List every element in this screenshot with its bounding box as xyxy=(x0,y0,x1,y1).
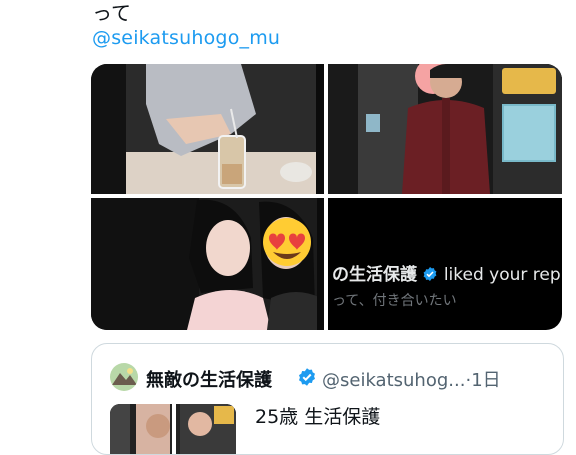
verified-badge-icon xyxy=(299,368,315,386)
avatar-image xyxy=(110,363,138,391)
overlay-action: liked your reply xyxy=(443,265,562,285)
quote-time[interactable]: 1日 xyxy=(471,370,500,391)
overlay-account-name: の生活保護 xyxy=(332,265,417,285)
mention-link[interactable]: @seikatsuhogo_mu xyxy=(92,27,280,49)
quote-author-name[interactable]: 無敵の生活保護 xyxy=(146,366,272,392)
media-photo-1[interactable] xyxy=(91,64,324,194)
photo-arcade-man xyxy=(328,64,562,194)
tweet-text-tail: って xyxy=(92,1,131,25)
quote-tweet-text: 25歳 生活保護 xyxy=(255,406,381,428)
media-grid: の生活保護 liked your reply って、付き合いたい xyxy=(91,64,562,330)
media-photo-3[interactable] xyxy=(91,198,324,330)
photo-cafe-drink xyxy=(91,64,324,194)
avatar[interactable] xyxy=(110,363,138,391)
quote-handle[interactable]: @seikatsuhog... xyxy=(322,370,465,391)
quote-handle-time: @seikatsuhog...·1日 xyxy=(322,366,501,392)
overlay-liked-line: の生活保護 liked your reply xyxy=(332,260,562,285)
media-photo-2[interactable] xyxy=(328,64,562,194)
quoted-tweet[interactable]: 無敵の生活保護 @seikatsuhog...·1日 25歳 生活保護 xyxy=(91,343,564,455)
verified-badge-icon xyxy=(424,267,437,281)
overlay-reply-text: って、付き合いたい xyxy=(332,293,457,309)
photo-selfie xyxy=(91,198,324,330)
media-photo-4[interactable]: の生活保護 liked your reply って、付き合いたい xyxy=(328,198,562,330)
heart-eyes-emoji-icon xyxy=(263,218,311,266)
